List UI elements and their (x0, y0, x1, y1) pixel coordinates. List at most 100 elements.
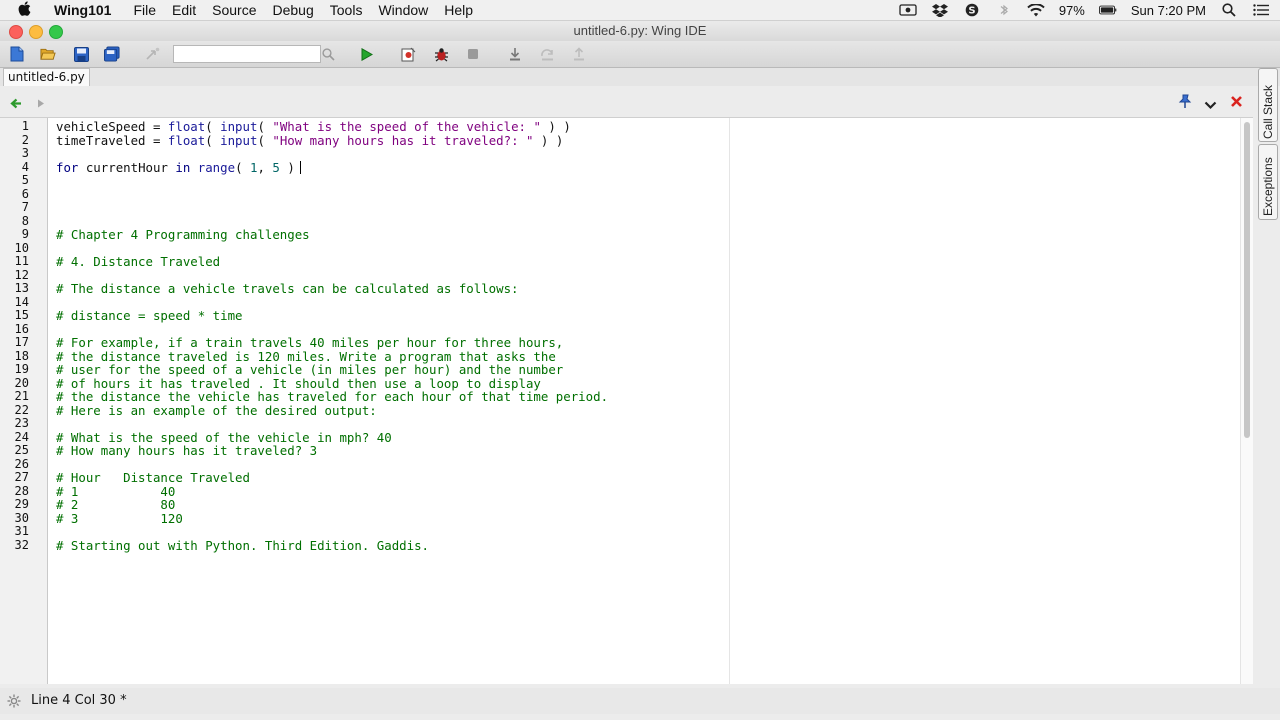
code-line[interactable]: for currentHour in range( 1, 5 ) (56, 159, 295, 175)
code-token: float (167, 132, 206, 148)
apple-icon[interactable] (18, 1, 40, 19)
code-token: ( (205, 132, 221, 148)
code-line[interactable]: # Hour Distance Traveled (56, 471, 250, 485)
window-minimize-button[interactable] (29, 25, 43, 39)
code-line[interactable]: # user for the speed of a vehicle (in mi… (56, 363, 563, 377)
line-number: 20 (14, 375, 29, 390)
step-into-button[interactable] (507, 46, 523, 62)
code-line[interactable]: # distance = speed * time (56, 309, 243, 323)
code-token: ( (235, 159, 250, 175)
debug-file-button[interactable] (400, 46, 416, 62)
battery-icon[interactable] (1098, 4, 1117, 16)
code-token: ) ) (533, 132, 564, 148)
code-line[interactable]: # Here is an example of the desired outp… (56, 403, 377, 418)
notification-center-icon[interactable] (1252, 4, 1270, 16)
clock: Sun 7:20 PM (1130, 2, 1206, 18)
svg-text:S: S (968, 6, 975, 17)
code-line[interactable]: # How many hours has it traveled? 3 (56, 444, 317, 458)
code-line[interactable]: # The distance a vehicle travels can be … (56, 282, 519, 296)
spotlight-search-icon[interactable] (1220, 3, 1238, 17)
code-token: # 4. Distance Traveled (56, 254, 221, 269)
vertical-scrollbar[interactable] (1240, 118, 1253, 684)
code-line[interactable]: # the distance traveled is 120 miles. Wr… (56, 349, 556, 364)
code-line[interactable]: # Starting out with Python. Third Editio… (56, 538, 429, 553)
toolbar-search-input[interactable] (173, 45, 321, 63)
bluetooth-icon[interactable] (995, 4, 1013, 16)
run-button[interactable] (359, 46, 375, 62)
code-line[interactable]: # For example, if a train travels 40 mil… (56, 336, 563, 350)
close-icon[interactable] (1230, 95, 1243, 113)
code-token: # How many hours has it traveled? 3 (56, 443, 318, 458)
menu-edit[interactable]: Edit (172, 2, 196, 18)
chevron-down-icon[interactable] (1204, 97, 1217, 115)
new-file-button[interactable] (9, 46, 25, 62)
line-number: 9 (21, 227, 29, 241)
battery-percent: 97% (1058, 2, 1085, 18)
line-number: 21 (14, 389, 29, 403)
toolbar (0, 41, 1280, 68)
debug-status-gear-icon[interactable] (7, 694, 21, 713)
code-token: for (56, 159, 79, 175)
code-token: ) (279, 159, 295, 175)
line-number: 24 (14, 429, 29, 444)
find-points-of-use-button[interactable] (145, 46, 161, 62)
bug-icon[interactable] (433, 46, 449, 62)
code-line[interactable]: vehicleSpeed = float( input( "What is th… (56, 120, 571, 134)
code-line[interactable]: # of hours it has traveled . It should t… (56, 376, 541, 391)
code-line[interactable]: # Chapter 4 Programming challenges (56, 228, 310, 242)
code-editor[interactable]: 1 2 3 4 5 6 7 8 9 10 11 12 13 14 15 16 17 18 19 20 21 22 23 24 2… (0, 117, 1253, 684)
menu-file[interactable]: File (133, 2, 156, 18)
save-all-button[interactable] (104, 46, 120, 62)
code-line[interactable]: # the distance the vehicle has traveled … (56, 390, 608, 404)
menu-window[interactable]: Window (378, 2, 428, 18)
menu-help[interactable]: Help (444, 2, 473, 18)
code-line[interactable]: # 4. Distance Traveled (56, 255, 220, 269)
app-menu-wing101[interactable]: Wing101 (54, 2, 111, 18)
window-close-button[interactable] (9, 25, 23, 39)
code-line[interactable]: # What is the speed of the vehicle in mp… (56, 430, 392, 445)
code-token: timeTraveled = (56, 132, 168, 148)
dropbox-icon[interactable] (931, 3, 949, 17)
save-button[interactable] (73, 46, 89, 62)
screen-record-icon[interactable] (899, 4, 917, 16)
wifi-icon[interactable] (1027, 3, 1045, 16)
line-number: 16 (14, 321, 29, 336)
line-number: 31 (14, 524, 29, 538)
menu-tools[interactable]: Tools (330, 2, 363, 18)
search-icon[interactable] (320, 46, 336, 62)
step-over-button[interactable] (539, 46, 555, 62)
code-line[interactable]: timeTraveled = float( input( "How many h… (56, 132, 564, 148)
code-token: # distance = speed * time (56, 308, 243, 323)
open-file-button[interactable] (40, 46, 56, 62)
pin-icon[interactable] (1178, 94, 1192, 114)
window-zoom-button[interactable] (49, 25, 63, 39)
line-number: 30 (14, 510, 29, 525)
text-caret (300, 160, 302, 174)
step-out-button[interactable] (571, 46, 587, 62)
status-bar: Line 4 Col 30 * (0, 688, 1280, 714)
side-tool-tabs: Call Stack Exceptions (1256, 68, 1280, 220)
code-line[interactable]: # 3 120 (56, 511, 183, 526)
code-token: , (257, 159, 273, 175)
forward-arrow-icon[interactable] (35, 96, 47, 114)
line-number: 29 (14, 497, 29, 511)
window-title: untitled-6.py: Wing IDE (573, 23, 707, 38)
edge-guide-line (729, 118, 730, 684)
menu-debug[interactable]: Debug (273, 2, 314, 18)
code-line[interactable]: # 2 80 (56, 498, 175, 512)
code-token: range (197, 159, 236, 175)
menu-source[interactable]: Source (212, 2, 256, 18)
line-number: 27 (14, 470, 29, 484)
back-arrow-icon[interactable] (10, 96, 22, 114)
tab-call-stack[interactable]: Call Stack (1258, 68, 1278, 142)
stop-button[interactable] (465, 46, 481, 62)
vertical-scrollbar-thumb[interactable] (1244, 122, 1250, 438)
line-number: 25 (14, 443, 29, 457)
cursor-position-status: Line 4 Col 30 * (31, 693, 127, 708)
code-line[interactable]: # 1 40 (56, 484, 175, 499)
skype-icon[interactable]: S (963, 3, 981, 17)
line-number: 6 (21, 186, 29, 201)
line-number: 7 (21, 200, 29, 214)
tab-exceptions[interactable]: Exceptions (1258, 144, 1278, 220)
tab-untitled-6[interactable]: untitled-6.py (3, 68, 90, 86)
